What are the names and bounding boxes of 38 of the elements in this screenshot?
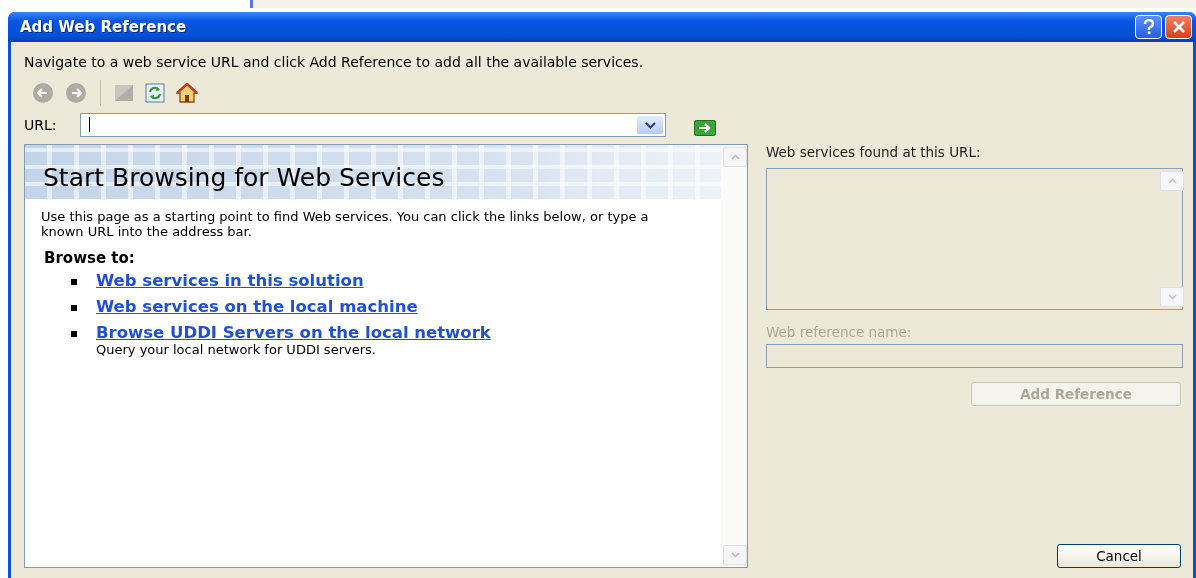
chevron-down-icon xyxy=(644,121,656,129)
bullet-icon xyxy=(71,331,77,337)
scroll-up-button[interactable] xyxy=(1160,171,1184,191)
scrollbar[interactable] xyxy=(721,145,747,567)
go-button[interactable] xyxy=(694,120,716,136)
scroll-down-button[interactable] xyxy=(1160,287,1184,307)
scroll-up-button[interactable] xyxy=(723,147,747,167)
close-button[interactable] xyxy=(1165,15,1192,39)
page-icon xyxy=(114,84,134,102)
browse-label: Browse to: xyxy=(44,249,136,267)
scroll-down-button[interactable] xyxy=(723,545,747,565)
chevron-down-icon xyxy=(730,552,740,558)
intro-text: Use this page as a starting point to find Web services. You can click the links below, or type a known URL into the address bar. xyxy=(41,209,650,239)
chevron-up-icon xyxy=(730,154,740,160)
page-heading: Start Browsing for Web Services xyxy=(43,163,445,193)
refresh-button[interactable] xyxy=(143,81,167,105)
dropdown-button[interactable] xyxy=(637,116,663,134)
service-link[interactable]: Web services on the local machine xyxy=(96,297,418,317)
reference-name-label: Web reference name: xyxy=(766,324,913,340)
bullet-icon xyxy=(71,279,77,285)
link-description: Query your local network for UDDI servers. xyxy=(96,343,376,356)
scrollbar[interactable] xyxy=(1158,169,1182,309)
url-label: URL: xyxy=(24,117,58,133)
question-mark-icon xyxy=(1141,19,1156,35)
chevron-up-icon xyxy=(1167,178,1177,184)
window-title: Add Web Reference xyxy=(20,18,187,36)
close-icon xyxy=(1171,20,1186,34)
chevron-down-icon xyxy=(1167,294,1177,300)
help-button[interactable] xyxy=(1135,15,1162,39)
instruction-text: Navigate to a web service URL and click Add Reference to add all the available services. xyxy=(24,54,645,70)
cancel-button[interactable]: Cancel xyxy=(1057,544,1181,568)
service-link[interactable]: Browse UDDI Servers on the local network xyxy=(96,323,491,343)
bullet-icon xyxy=(71,305,77,311)
service-link[interactable]: Web services in this solution xyxy=(96,271,364,291)
home-icon xyxy=(176,83,198,103)
refresh-icon xyxy=(145,83,165,103)
services-label: Web services found at this URL: xyxy=(766,144,982,160)
home-button[interactable] xyxy=(174,81,200,105)
